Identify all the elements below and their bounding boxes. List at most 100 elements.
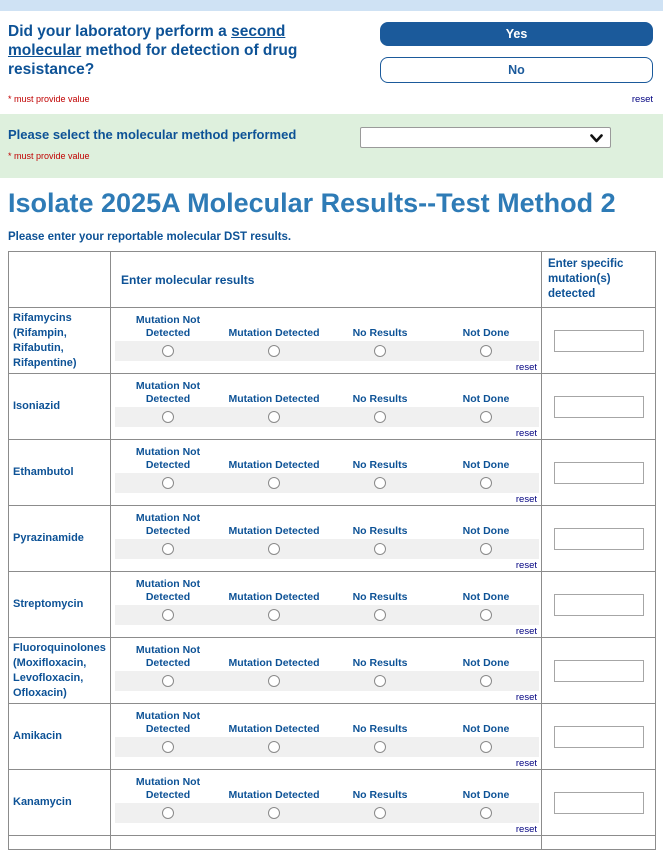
radio-not-done[interactable] [480, 345, 492, 357]
radio-no-results[interactable] [374, 741, 386, 753]
option-label: Mutation Not Detected [115, 710, 221, 735]
reset-link[interactable]: reset [516, 560, 537, 571]
option-labels: Mutation Not Detected Mutation Detected … [115, 577, 539, 603]
radio-mutation-detected[interactable] [268, 345, 280, 357]
reset-link[interactable]: reset [516, 494, 537, 505]
option-label: Not Done [433, 525, 539, 538]
option-label: Not Done [433, 459, 539, 472]
table-header-row: Enter molecular results Enter specific m… [9, 252, 656, 308]
radio-not-done[interactable] [480, 675, 492, 687]
question-method-select: Please select the molecular method perfo… [0, 114, 663, 178]
radio-mutation-not-detected[interactable] [162, 543, 174, 555]
radio-no-results[interactable] [374, 807, 386, 819]
option-label: No Results [327, 723, 433, 736]
option-label: No Results [327, 525, 433, 538]
radio-not-done[interactable] [480, 741, 492, 753]
drug-name: Ethambutol [9, 440, 111, 506]
radio-no-results[interactable] [374, 543, 386, 555]
drug-name: Rifamycins (Rifampin, Rifabutin, Rifapen… [9, 308, 111, 374]
mutation-input[interactable] [554, 330, 644, 352]
radio-mutation-detected[interactable] [268, 807, 280, 819]
drug-name: Amikacin [9, 704, 111, 770]
radio-mutation-not-detected[interactable] [162, 477, 174, 489]
drug-name: Fluoroquinolones (Moxifloxacin, Levoflox… [9, 638, 111, 704]
radio-mutation-not-detected[interactable] [162, 345, 174, 357]
radio-mutation-not-detected[interactable] [162, 411, 174, 423]
drug-name: Pyrazinamide [9, 506, 111, 572]
radio-not-done[interactable] [480, 543, 492, 555]
option-label: Not Done [433, 789, 539, 802]
radio-no-results[interactable] [374, 411, 386, 423]
reset-link[interactable]: reset [516, 692, 537, 703]
option-labels: Mutation Not Detected Mutation Detected … [115, 313, 539, 339]
radio-mutation-not-detected[interactable] [162, 741, 174, 753]
radio-not-done[interactable] [480, 609, 492, 621]
option-labels: Mutation Not Detected Mutation Detected … [115, 709, 539, 735]
option-label: Not Done [433, 591, 539, 604]
table-row: Pyrazinamide Mutation Not Detected Mutat… [9, 506, 656, 572]
mutation-input[interactable] [554, 528, 644, 550]
option-label: No Results [327, 591, 433, 604]
radio-not-done[interactable] [480, 477, 492, 489]
question-label: Did your laboratory perform a second mol… [8, 22, 350, 79]
radio-mutation-detected[interactable] [268, 477, 280, 489]
no-button[interactable]: No [380, 57, 653, 83]
radio-mutation-not-detected[interactable] [162, 675, 174, 687]
method-select[interactable] [361, 128, 610, 147]
mutation-input[interactable] [554, 660, 644, 682]
option-labels: Mutation Not Detected Mutation Detected … [115, 511, 539, 537]
mutation-input[interactable] [554, 594, 644, 616]
required-note: * must provide value [8, 94, 350, 104]
option-labels: Mutation Not Detected Mutation Detected … [115, 445, 539, 471]
mutation-input[interactable] [554, 462, 644, 484]
radio-mutation-detected[interactable] [268, 675, 280, 687]
required-note: * must provide value [8, 151, 358, 161]
radio-mutation-not-detected[interactable] [162, 609, 174, 621]
radio-strip [115, 737, 539, 757]
option-labels: Mutation Not Detected Mutation Detected … [115, 775, 539, 801]
radio-strip [115, 539, 539, 559]
radio-mutation-detected[interactable] [268, 741, 280, 753]
reset-link[interactable]: reset [516, 824, 537, 835]
instruction-text: Please enter your reportable molecular D… [8, 231, 655, 243]
drug-name: Streptomycin [9, 572, 111, 638]
radio-mutation-not-detected[interactable] [162, 807, 174, 819]
question-second-method: Did your laboratory perform a second mol… [0, 11, 663, 114]
option-label: Mutation Not Detected [115, 314, 221, 339]
radio-mutation-detected[interactable] [268, 411, 280, 423]
table-row-partial [9, 836, 656, 850]
mutation-input[interactable] [554, 396, 644, 418]
radio-strip [115, 671, 539, 691]
option-label: Mutation Not Detected [115, 512, 221, 537]
radio-no-results[interactable] [374, 477, 386, 489]
radio-strip [115, 407, 539, 427]
mutation-input[interactable] [554, 726, 644, 748]
reset-link[interactable]: reset [516, 626, 537, 637]
option-label: Mutation Detected [221, 657, 327, 670]
option-label: Not Done [433, 657, 539, 670]
radio-not-done[interactable] [480, 807, 492, 819]
table-row: Isoniazid Mutation Not Detected Mutation… [9, 374, 656, 440]
reset-link[interactable]: reset [632, 94, 653, 105]
radio-not-done[interactable] [480, 411, 492, 423]
option-label: Mutation Not Detected [115, 578, 221, 603]
radio-no-results[interactable] [374, 609, 386, 621]
option-label: No Results [327, 327, 433, 340]
radio-strip [115, 341, 539, 361]
radio-no-results[interactable] [374, 345, 386, 357]
drug-name: Kanamycin [9, 770, 111, 836]
yes-button[interactable]: Yes [380, 22, 653, 46]
reset-link[interactable]: reset [516, 362, 537, 373]
table-row: Ethambutol Mutation Not Detected Mutatio… [9, 440, 656, 506]
option-labels: Mutation Not Detected Mutation Detected … [115, 379, 539, 405]
radio-mutation-detected[interactable] [268, 543, 280, 555]
radio-mutation-detected[interactable] [268, 609, 280, 621]
mutation-input[interactable] [554, 792, 644, 814]
option-label: Not Done [433, 327, 539, 340]
option-label: Mutation Detected [221, 591, 327, 604]
reset-link[interactable]: reset [516, 428, 537, 439]
method-select-wrapper [360, 127, 611, 148]
reset-link[interactable]: reset [516, 758, 537, 769]
option-label: Mutation Not Detected [115, 776, 221, 801]
radio-no-results[interactable] [374, 675, 386, 687]
